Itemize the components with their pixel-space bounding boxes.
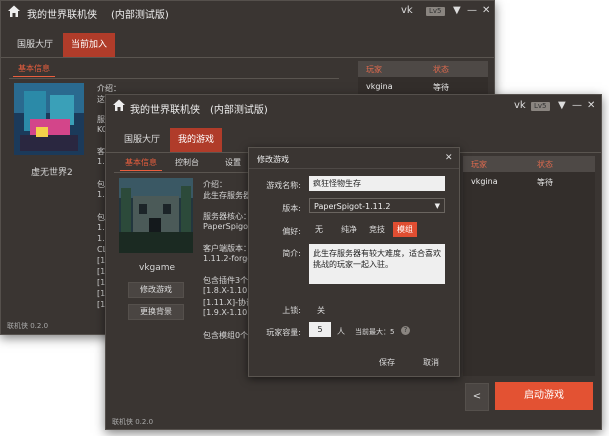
- dropdown-icon[interactable]: ▼: [558, 100, 566, 111]
- col-status: 状态: [537, 160, 553, 169]
- version-select[interactable]: PaperSpigot-1.11.2 ▼: [309, 198, 445, 213]
- game-name-input[interactable]: 疯狂怪物生存: [309, 176, 445, 191]
- edit-game-dialog: 修改游戏 ✕ 游戏名称: 疯狂怪物生存 版本: PaperSpigot-1.11…: [248, 147, 460, 377]
- app-subtitle: (内部测试版): [210, 105, 268, 116]
- minimize-icon[interactable]: —: [572, 100, 582, 111]
- divider: [1, 57, 494, 58]
- subtab-basic-info[interactable]: 基本信息: [120, 156, 162, 171]
- save-button[interactable]: 保存: [379, 357, 395, 368]
- name-label: 游戏名称:: [266, 181, 301, 190]
- description-label: 简介:: [282, 249, 301, 258]
- info-line: 包: [97, 180, 105, 189]
- back-button[interactable]: <: [465, 383, 489, 411]
- game-thumbnail: [119, 178, 193, 253]
- dialog-close-icon[interactable]: ✕: [445, 153, 453, 163]
- game-name: vkgame: [139, 263, 176, 273]
- capacity-label: 玩家容量:: [266, 328, 301, 337]
- info-line: 介绍：: [97, 84, 121, 93]
- pref-option-mods[interactable]: 模组: [393, 222, 417, 237]
- tab-my-games[interactable]: 我的游戏: [170, 128, 223, 152]
- col-status: 状态: [433, 65, 449, 74]
- app-subtitle: (内部测试版): [111, 10, 169, 21]
- app-title: 我的世界联机侠: [27, 10, 97, 21]
- close-icon[interactable]: ✕: [482, 5, 490, 16]
- preference-label: 偏好:: [282, 227, 301, 236]
- subtab-settings[interactable]: 设置: [220, 156, 246, 170]
- close-icon[interactable]: ✕: [587, 100, 595, 111]
- player-status: 等待: [433, 83, 449, 92]
- player-table-header: 玩家 状态: [463, 156, 595, 172]
- change-background-button[interactable]: 更换背景: [128, 304, 184, 320]
- version-label: 版本:: [282, 204, 301, 213]
- back-titlebar: 我的世界联机侠 (内部测试版) vk Lv5 ▼ — ✕: [1, 1, 494, 25]
- user-name: vk: [401, 5, 413, 16]
- intro-label: 介绍：: [203, 180, 227, 189]
- tab-lobby[interactable]: 国服大厅: [9, 33, 61, 57]
- help-icon[interactable]: ?: [401, 326, 410, 335]
- capacity-unit: 人: [337, 327, 345, 336]
- version-value: PaperSpigot-1.11.2: [314, 202, 391, 211]
- info-line: 服: [97, 115, 105, 124]
- player-table-header: 玩家 状态: [358, 61, 488, 77]
- subtab-basic-info[interactable]: 基本信息: [13, 62, 55, 77]
- info-line: 包: [97, 213, 105, 222]
- tab-lobby[interactable]: 国服大厅: [116, 128, 168, 152]
- subtab-console[interactable]: 控制台: [170, 156, 204, 170]
- front-player-table: 玩家 状态 vkgina 等待: [463, 156, 595, 376]
- game-name: 虚无世界2: [31, 168, 73, 178]
- start-game-button[interactable]: 启动游戏: [495, 382, 593, 410]
- version-footer: 联机侠 0.2.0: [7, 322, 49, 330]
- home-icon[interactable]: [7, 4, 21, 18]
- chevron-down-icon: ▼: [434, 202, 440, 210]
- pref-option-vanilla[interactable]: 纯净: [337, 222, 361, 237]
- lock-toggle[interactable]: 关: [317, 305, 325, 316]
- pref-option-none[interactable]: 无: [311, 222, 327, 237]
- app-title: 我的世界联机侠: [130, 105, 200, 116]
- version-footer: 联机侠 0.2.0: [112, 418, 154, 426]
- edit-game-button[interactable]: 修改游戏: [128, 282, 184, 298]
- pref-option-competitive[interactable]: 竞技: [365, 222, 389, 237]
- player-name: vkgina: [366, 82, 393, 91]
- minimize-icon[interactable]: —: [467, 5, 477, 16]
- col-player: 玩家: [366, 65, 382, 74]
- description-textarea[interactable]: 此生存服务器有较大难度，适合喜欢挑战的玩家一起入驻。: [309, 244, 445, 284]
- game-thumbnail: [14, 83, 84, 155]
- front-titlebar: 我的世界联机侠 (内部测试版) vk Lv5 ▼ — ✕: [106, 95, 601, 119]
- max-capacity-text: 当前最大：5: [355, 328, 395, 336]
- dialog-title: 修改游戏: [257, 155, 289, 164]
- client-label: 客户端版本：: [203, 244, 251, 253]
- capacity-input[interactable]: 5: [309, 322, 331, 337]
- player-name: vkgina: [471, 177, 498, 186]
- info-line: 客: [97, 147, 105, 156]
- cancel-button[interactable]: 取消: [423, 357, 439, 368]
- lock-label: 上锁:: [282, 306, 301, 315]
- back-tabbar: 国服大厅 当前加入: [1, 33, 494, 57]
- user-name: vk: [514, 100, 526, 111]
- home-icon[interactable]: [112, 98, 126, 112]
- col-player: 玩家: [471, 160, 487, 169]
- level-badge: Lv5: [426, 7, 445, 16]
- tab-current[interactable]: 当前加入: [63, 33, 116, 57]
- core-label: 服务器核心：: [203, 212, 251, 221]
- divider: [249, 168, 459, 169]
- divider: [9, 78, 339, 79]
- player-status: 等待: [537, 178, 553, 187]
- dropdown-icon[interactable]: ▼: [453, 5, 461, 16]
- level-badge: Lv5: [531, 102, 550, 111]
